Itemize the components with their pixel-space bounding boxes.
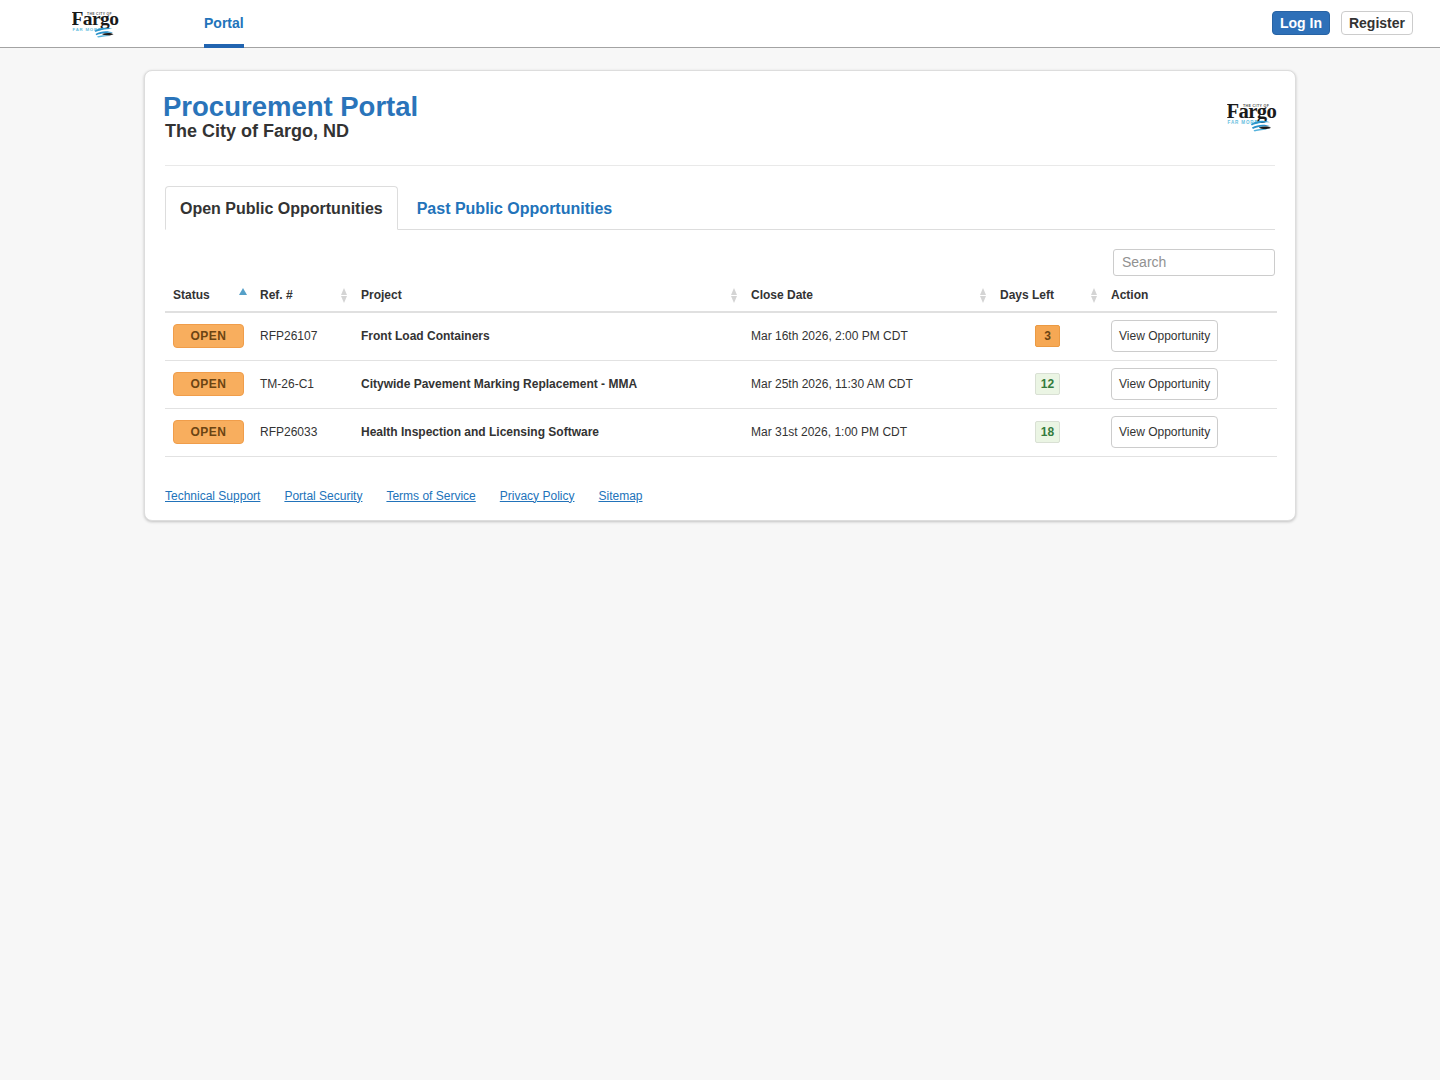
svg-text:Fargo: Fargo <box>1227 100 1276 123</box>
svg-text:Fargo: Fargo <box>72 8 118 29</box>
